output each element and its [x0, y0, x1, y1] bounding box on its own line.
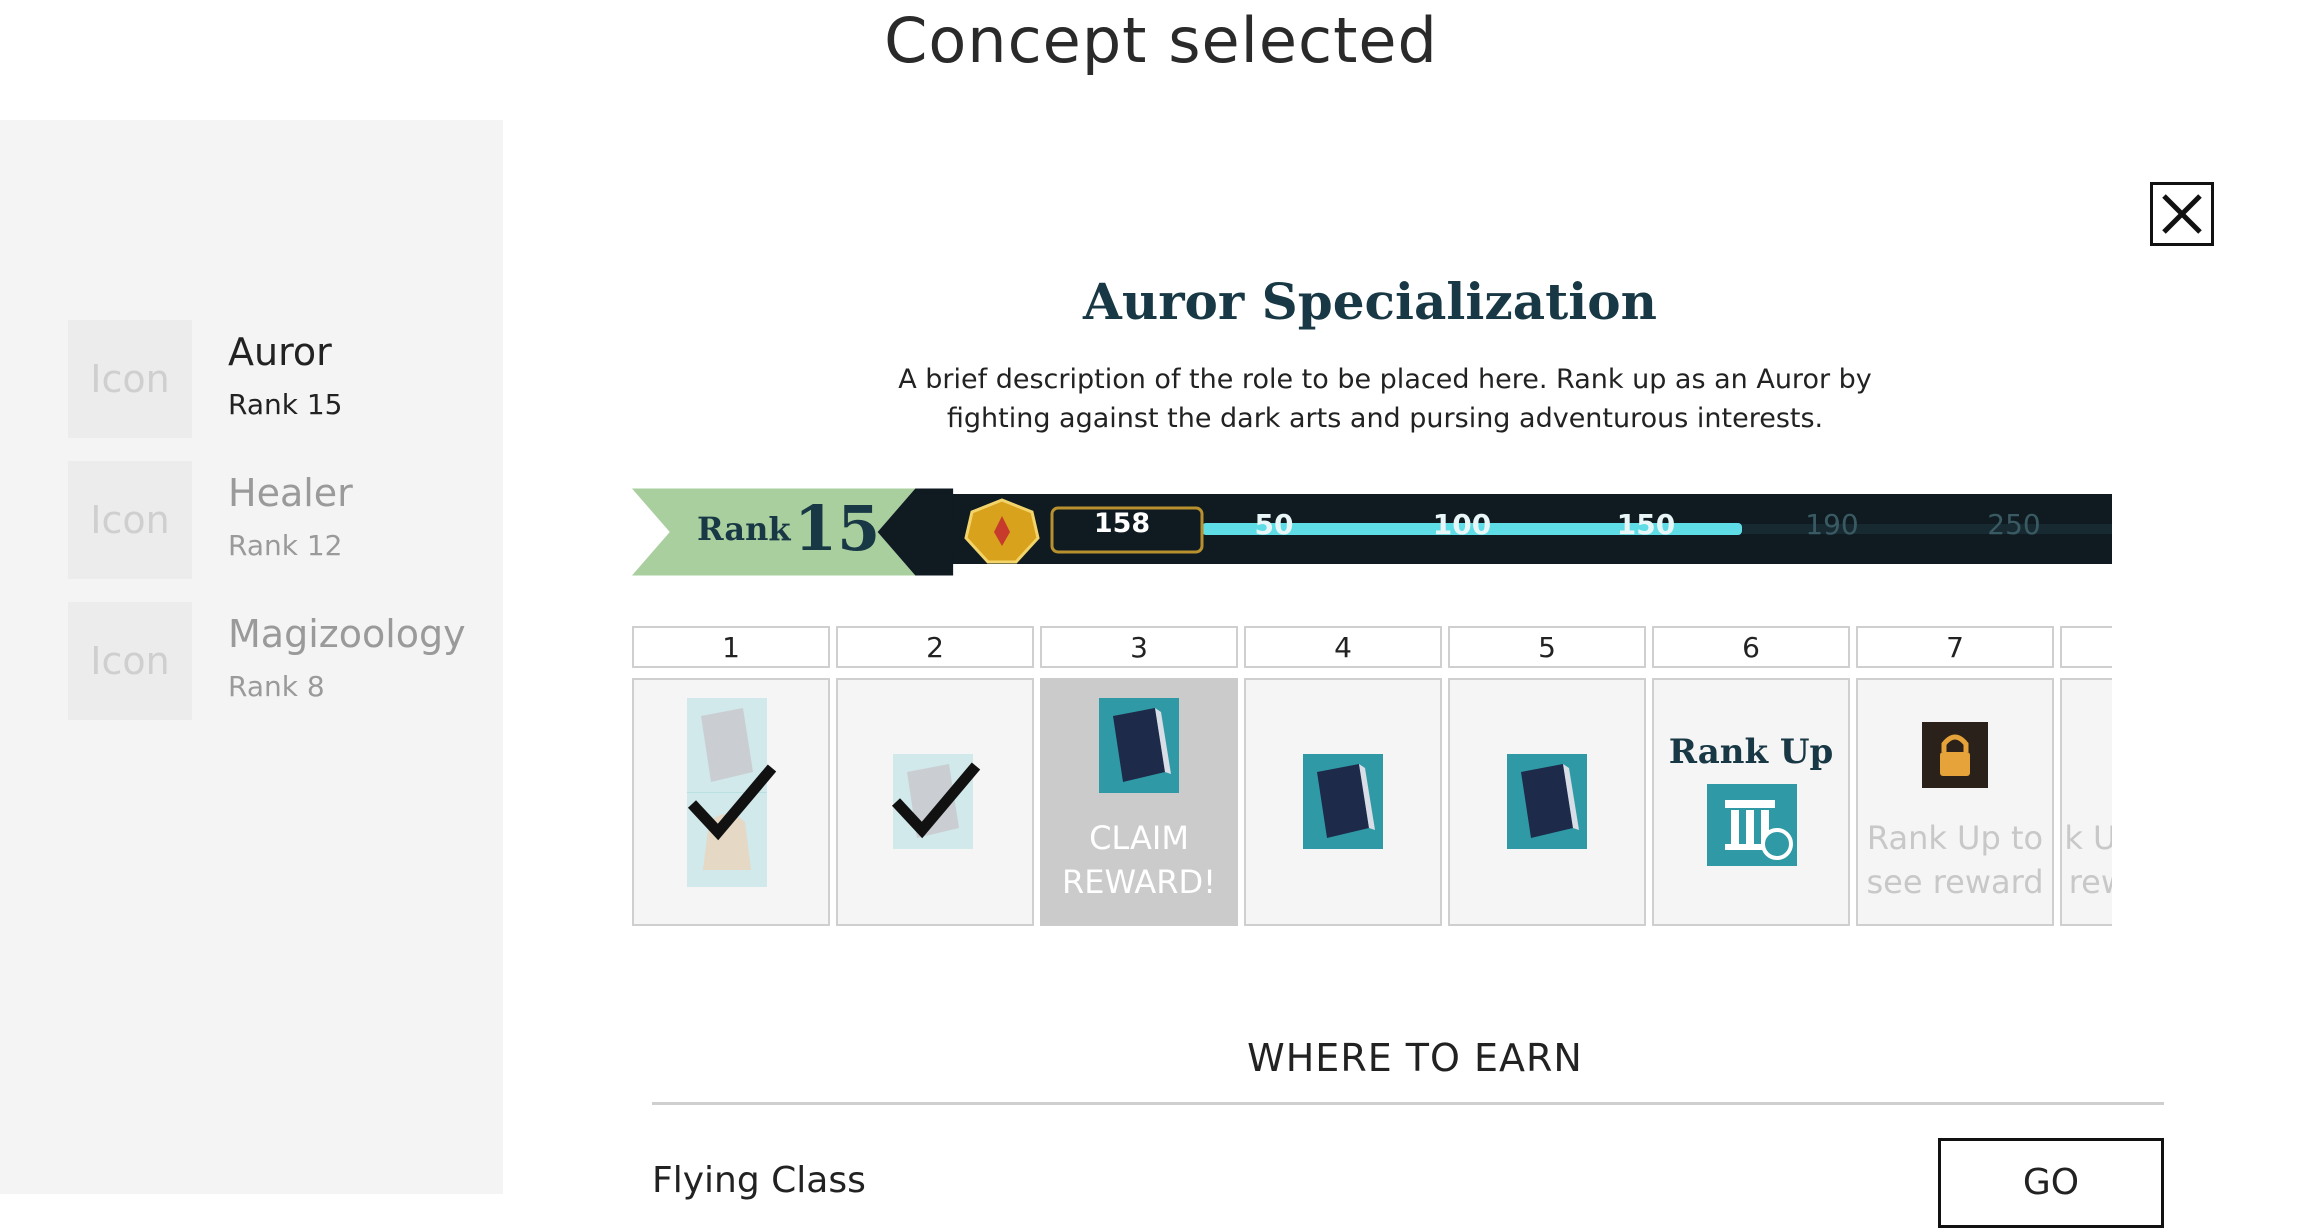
locked-reward-text: Rank Up to see reward: [1866, 819, 2044, 901]
rank-progress-bar: Rank 15 158 50 100 150 190 250: [632, 486, 2112, 578]
close-icon: [2162, 194, 2202, 234]
milestone-150: 150: [1616, 508, 1676, 541]
spec-name: Magizoology: [228, 612, 466, 656]
milestone-190: 190: [1805, 508, 1859, 541]
lock-icon: [1922, 722, 1988, 788]
rank-label: Rank: [697, 510, 791, 548]
rank-column-3: 3: [1040, 626, 1238, 668]
reward-cell-2-claimed: [836, 678, 1034, 926]
panel-description: A brief description of the role to be pl…: [898, 364, 1872, 434]
magizoology-icon-placeholder: Icon: [68, 602, 192, 720]
rank-number: 15: [794, 492, 881, 565]
spec-name: Auror: [228, 330, 332, 374]
book-icon: [1303, 754, 1383, 849]
divider: [652, 1102, 2164, 1105]
earn-item-name: Flying Class: [652, 1160, 866, 1201]
rewards-track: 1 2 3 4 5 6 7 CLAIM REWARD! Rank Up Rank…: [632, 626, 2112, 930]
reward-cell-7-locked: Rank Up to see reward: [1856, 678, 2054, 926]
spec-rank: Rank 12: [228, 529, 343, 562]
spec-rank: Rank 15: [228, 388, 343, 421]
spec-rank: Rank 8: [228, 670, 325, 703]
reward-cell-8-locked: Rank Up to see reward: [2060, 678, 2112, 926]
panel-title: Auror Specialization: [1083, 272, 1657, 331]
rank-up-pillar-icon: [1707, 784, 1797, 866]
rank-column-6: 6: [1652, 626, 1850, 668]
milestone-100: 100: [1432, 508, 1492, 541]
sidebar-item-magizoology[interactable]: Icon Magizoology Rank 8: [68, 602, 488, 722]
xp-value: 158: [1093, 508, 1151, 539]
rank-column-5: 5: [1448, 626, 1646, 668]
reward-cell-5: [1448, 678, 1646, 926]
go-button[interactable]: GO: [1938, 1138, 2164, 1228]
page-title: Concept selected: [884, 4, 1438, 77]
claim-reward-button[interactable]: CLAIM REWARD!: [1042, 816, 1236, 904]
book-icon: [1507, 754, 1587, 849]
auror-icon-placeholder: Icon: [68, 320, 192, 438]
sidebar-item-auror[interactable]: Icon Auror Rank 15: [68, 320, 488, 440]
rank-column-1: 1: [632, 626, 830, 668]
sidebar-item-healer[interactable]: Icon Healer Rank 12: [68, 461, 488, 581]
reward-cell-1-claimed: [632, 678, 830, 926]
checkmark-icon: [891, 762, 981, 839]
rank-column-7: 7: [1856, 626, 2054, 668]
close-button[interactable]: [2150, 182, 2214, 246]
book-icon: [1099, 698, 1179, 793]
spec-name: Healer: [228, 471, 353, 515]
rank-column-4: 4: [1244, 626, 1442, 668]
healer-icon-placeholder: Icon: [68, 461, 192, 579]
milestone-250: 250: [1987, 508, 2041, 541]
rank-column-2: 2: [836, 626, 1034, 668]
rank-column-8: [2060, 626, 2112, 668]
rank-up-label: Rank Up: [1668, 732, 1834, 772]
reward-cell-6-rank-up: Rank Up: [1652, 678, 1850, 926]
checkmark-icon: [687, 764, 777, 841]
reward-cell-3-claim[interactable]: CLAIM REWARD!: [1040, 678, 1238, 926]
where-to-earn-heading: WHERE TO EARN: [1247, 1036, 1583, 1080]
reward-cell-4: [1244, 678, 1442, 926]
milestone-50: 50: [1254, 508, 1294, 541]
locked-reward-text: Rank Up to see reward: [2062, 819, 2112, 901]
specialization-sidebar: Icon Auror Rank 15 Icon Healer Rank 12 I…: [0, 120, 503, 1194]
